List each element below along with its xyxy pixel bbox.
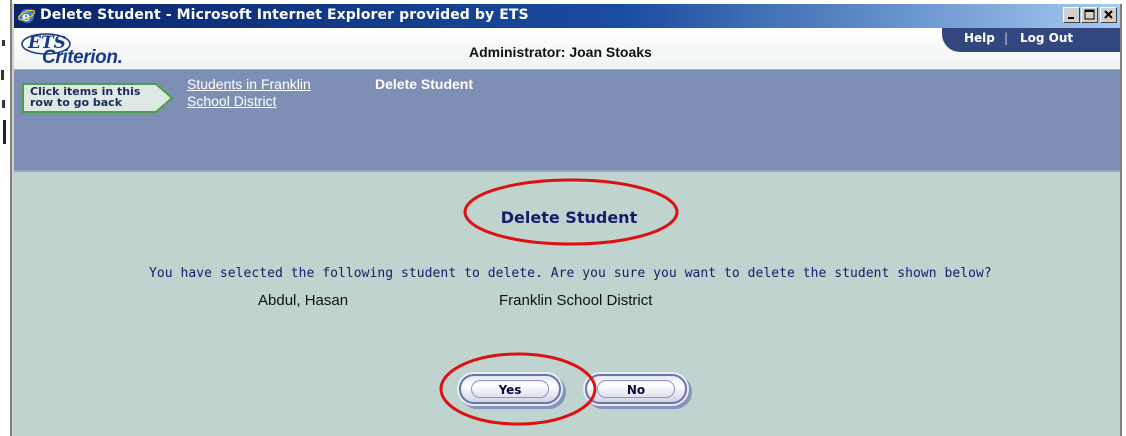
student-name: Abdul, Hasan [258,292,349,309]
minimize-icon [1068,17,1074,19]
criterion-logo-text: Criterion. [42,47,123,68]
ie-icon: e [18,7,36,25]
link-separator: | [1004,31,1009,45]
breadcrumb-bar: Click items in this row to go back Stude… [14,70,1120,172]
breadcrumb-current: Delete Student [375,76,474,92]
delete-confirmation-question: You have selected the following student … [149,266,992,281]
app-header: ETS Criterion. Administrator: Joan Stoak… [14,28,1120,70]
top-links: Help | Log Out [942,28,1120,52]
breadcrumb-hint: Click items in this row to go back [30,85,141,109]
logout-link[interactable]: Log Out [1020,31,1073,45]
minimize-button[interactable] [1063,7,1080,23]
breadcrumb-hint-box: Click items in this row to go back [22,83,174,113]
window-titlebar[interactable]: e Delete Student - Microsoft Internet Ex… [14,4,1120,28]
no-button-label: No [626,383,646,397]
edge-fragments [1,0,12,436]
close-icon [1104,10,1113,19]
window-title: Delete Student - Microsoft Internet Expl… [40,7,529,23]
administrator-name: Administrator: Joan Stoaks [469,44,652,60]
maximize-icon [1084,9,1095,20]
criterion-logo: ETS Criterion. [20,32,200,68]
annotation-circle-title [463,178,679,246]
close-button[interactable] [1100,7,1117,23]
maximize-button[interactable] [1081,7,1098,23]
breadcrumb-students-link[interactable]: Students in Franklin School District [187,76,347,110]
student-school: Franklin School District [499,292,653,309]
help-link[interactable]: Help [964,31,995,45]
no-button[interactable]: No [585,374,687,404]
annotation-circle-yes [439,352,597,426]
main-content: Delete Student You have selected the fol… [14,172,1120,436]
screen-edge [0,0,12,436]
ie-window: e Delete Student - Microsoft Internet Ex… [12,4,1122,436]
